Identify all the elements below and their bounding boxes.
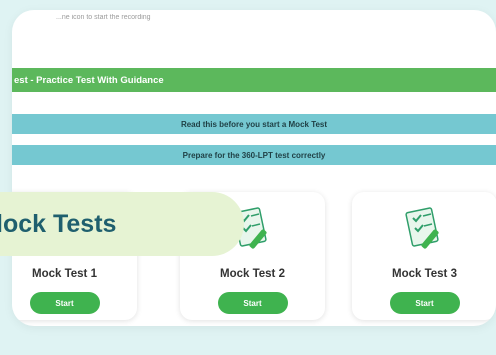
info-banner-read-before[interactable]: Read this before you start a Mock Test [12,114,496,134]
content-card: ...ne icon to start the recording est - … [12,10,496,326]
instruction-note: ...ne icon to start the recording [56,14,151,21]
start-button-test-3[interactable]: Start [389,292,460,314]
section-header-banner: est - Practice Test With Guidance [12,68,496,92]
mock-test-card-3: Mock Test 3 Start [352,192,496,320]
info-banner-text: Prepare for the 360-LPT test correctly [182,150,326,160]
mock-test-title: Mock Test 3 [392,268,457,280]
info-banner-text: Read this before you start a Mock Test [180,119,328,129]
start-button-test-2[interactable]: Start [217,292,288,314]
checklist-pencil-icon [404,207,439,249]
feature-label-pill: lock Tests [0,192,244,256]
feature-label-text: lock Tests [0,209,117,238]
start-button-test-1[interactable]: Start [29,292,100,314]
info-banner-prepare[interactable]: Prepare for the 360-LPT test correctly [12,145,496,165]
mock-test-title: Mock Test 1 [32,268,97,280]
mock-test-title: Mock Test 2 [220,268,285,280]
section-header-text: est - Practice Test With Guidance [14,74,164,86]
